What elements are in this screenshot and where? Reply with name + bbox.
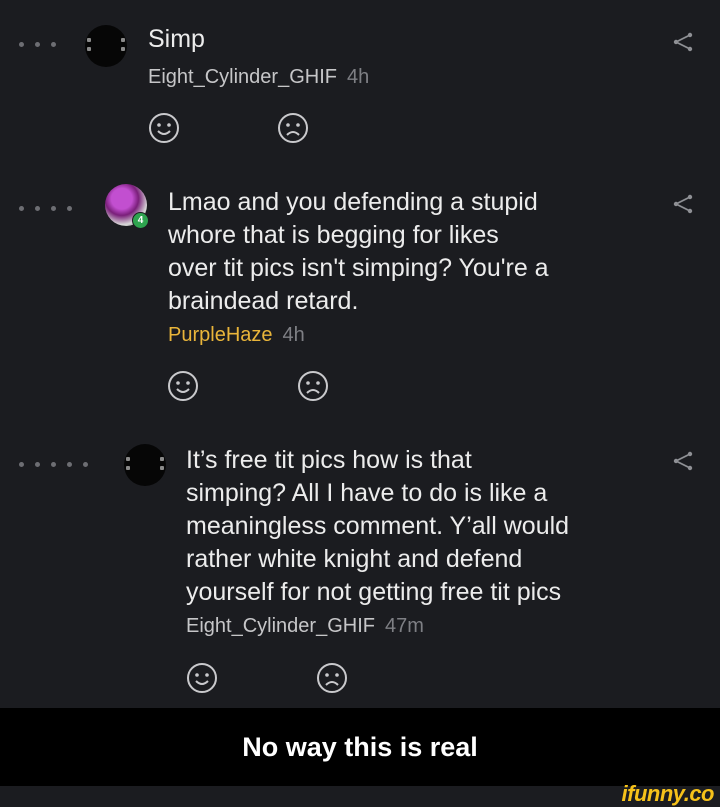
username[interactable]: Eight_Cylinder_GHIF (148, 66, 337, 88)
caption-text: No way this is real (242, 731, 478, 762)
caption-banner: No way this is real (0, 708, 720, 786)
watermark-logo: ifunny.co (621, 781, 715, 806)
level-badge: 4 (132, 212, 149, 229)
comment-meta: PurpleHaze 4h (168, 324, 305, 347)
thread-depth-dots (19, 462, 88, 467)
avatar[interactable] (124, 444, 166, 486)
smile-icon[interactable] (167, 370, 199, 402)
avatar[interactable] (85, 25, 127, 67)
timestamp: 47m (384, 615, 424, 637)
footer-strip (0, 786, 720, 805)
comment-meta: Eight_Cylinder_GHIF 4h (148, 66, 369, 89)
comment-text: Lmao and you defending a stupid whore th… (168, 188, 549, 315)
smile-icon[interactable] (148, 112, 180, 144)
thread-depth-dots (19, 42, 56, 47)
frown-icon[interactable] (316, 662, 348, 694)
share-icon[interactable] (672, 32, 694, 52)
timestamp: 4h (282, 324, 305, 346)
thread-depth-dots (19, 206, 72, 211)
username[interactable]: PurpleHaze (168, 324, 273, 346)
frown-icon[interactable] (297, 370, 329, 402)
comment-text: It’s free tit pics how is that simping? … (186, 446, 570, 606)
timestamp: 4h (346, 66, 370, 88)
username[interactable]: Eight_Cylinder_GHIF (186, 615, 375, 637)
frown-icon[interactable] (277, 112, 309, 144)
comment-text: Simp (148, 25, 205, 53)
smile-icon[interactable] (186, 662, 218, 694)
comment-meta: Eight_Cylinder_GHIF 47m (186, 615, 424, 638)
share-icon[interactable] (672, 194, 694, 214)
share-icon[interactable] (672, 451, 694, 471)
